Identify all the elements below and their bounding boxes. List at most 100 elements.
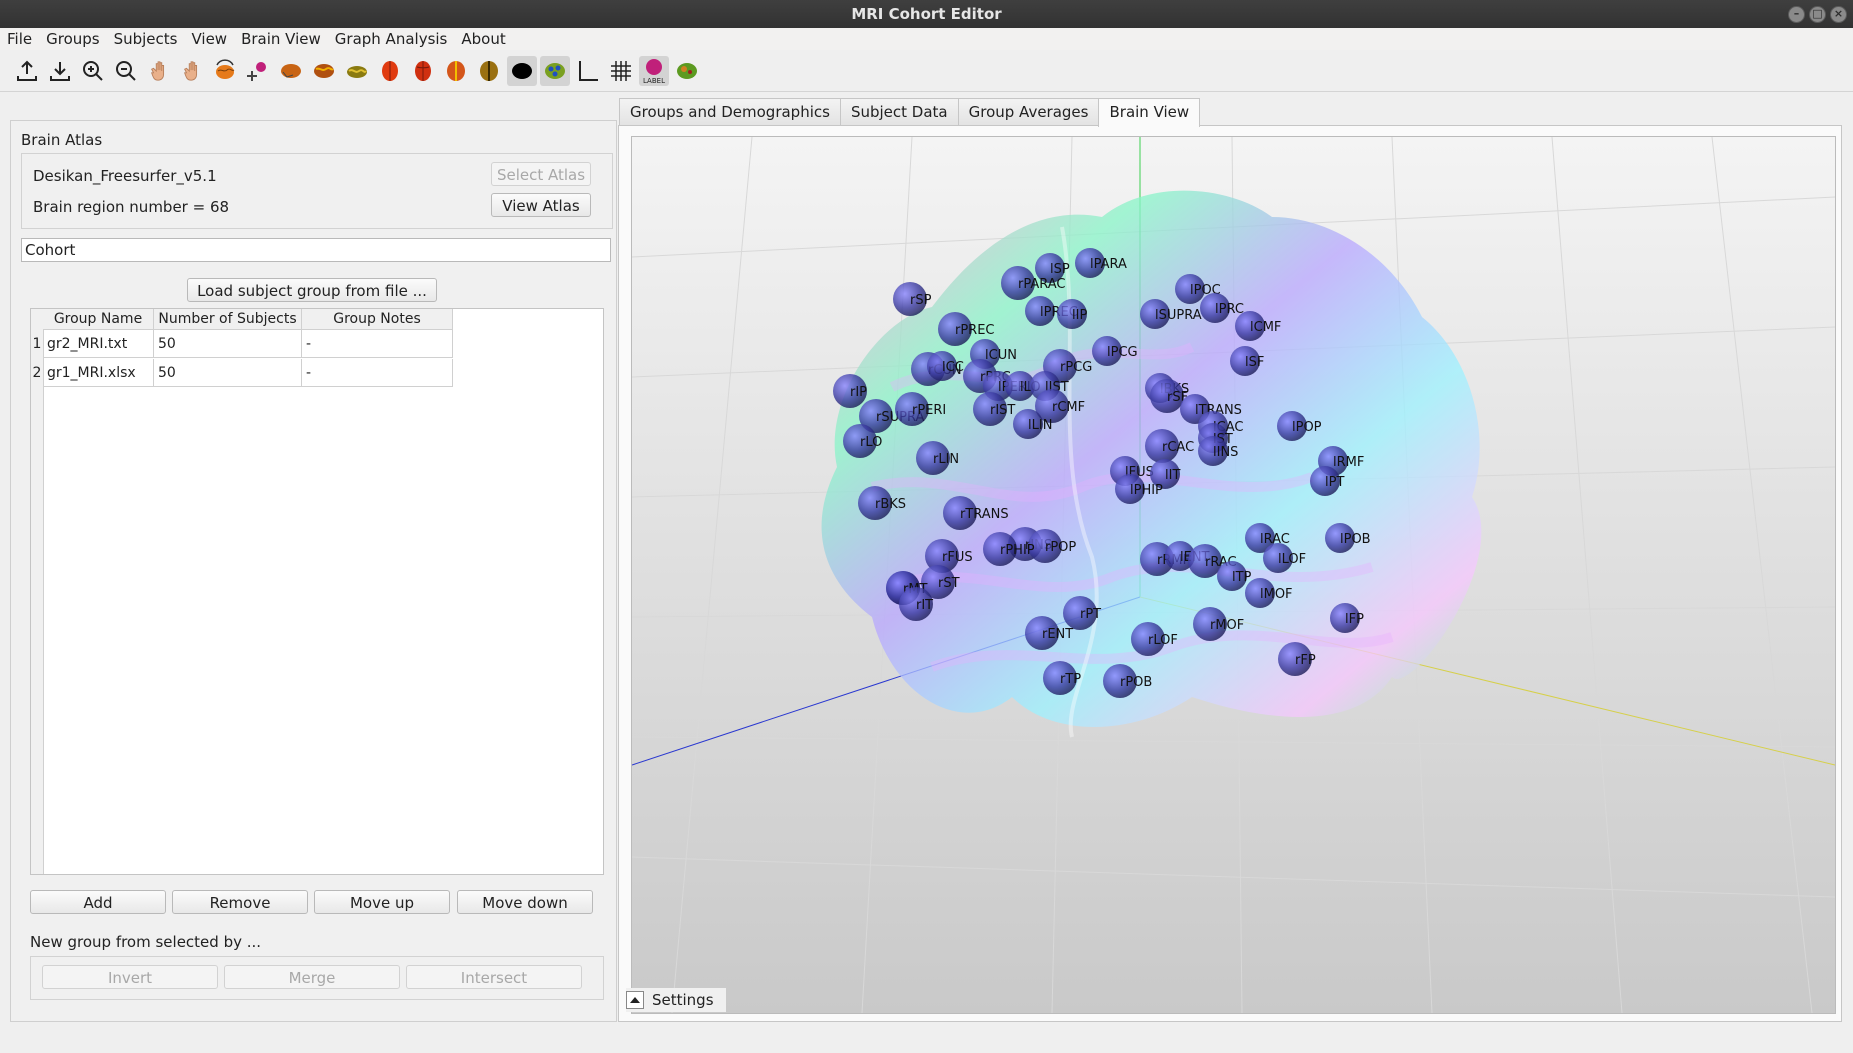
remove-button[interactable]: Remove bbox=[172, 890, 308, 914]
menu-file[interactable]: File bbox=[0, 30, 39, 48]
region-label-ltp: lTP bbox=[1232, 570, 1252, 585]
header-number-of-subjects[interactable]: Number of Subjects bbox=[154, 309, 302, 330]
maximize-icon[interactable]: □ bbox=[1809, 6, 1826, 23]
cell-group-notes[interactable]: - bbox=[302, 330, 453, 358]
menubar: File Groups Subjects View Brain View Gra… bbox=[0, 28, 1853, 50]
region-label-rbks: rBKS bbox=[875, 497, 906, 512]
new-group-label: New group from selected by ... bbox=[30, 933, 262, 951]
brain-3d-viewport[interactable]: lSPlPARArPARACrSPlPOClSUPRAlPRClPREClIPl… bbox=[631, 136, 1836, 1014]
zoom-in-icon[interactable] bbox=[78, 56, 108, 86]
region-label-rcac: rCAC bbox=[1162, 440, 1194, 455]
cell-number-of-subjects[interactable]: 50 bbox=[154, 330, 302, 358]
label-icon-text: LABEL bbox=[643, 77, 665, 85]
brain-medial-icon[interactable] bbox=[309, 56, 339, 86]
region-label-lprc: lPRC bbox=[1215, 302, 1244, 317]
region-label-rparac: rPARAC bbox=[1018, 277, 1066, 292]
move-up-button[interactable]: Move up bbox=[314, 890, 450, 914]
region-label-rtrans: rTRANS bbox=[960, 507, 1009, 522]
region-label-lcmf: lCMF bbox=[1250, 320, 1281, 335]
left-panel: Brain Atlas Desikan_Freesurfer_v5.1 Brai… bbox=[10, 120, 617, 1022]
region-number: Brain region number = 68 bbox=[33, 198, 230, 216]
region-label-rphip: rPHIP bbox=[1000, 543, 1035, 558]
pan-hand-icon[interactable] bbox=[177, 56, 207, 86]
brain-3d-canvas[interactable]: lSPlPARArPARACrSPlPOClSUPRAlPRClPREClIPl… bbox=[632, 137, 1835, 1013]
brain-back-icon[interactable] bbox=[408, 56, 438, 86]
grid-icon[interactable] bbox=[606, 56, 636, 86]
download-icon[interactable] bbox=[45, 56, 75, 86]
upload-icon[interactable] bbox=[12, 56, 42, 86]
tab-brain-view[interactable]: Brain View bbox=[1098, 98, 1201, 127]
tab-group-averages[interactable]: Group Averages bbox=[957, 98, 1100, 125]
region-label-lins: lINS bbox=[1213, 445, 1238, 460]
region-label-lit: lIT bbox=[1165, 468, 1180, 483]
region-label-rit: rIT bbox=[916, 598, 933, 613]
header-group-name[interactable]: Group Name bbox=[43, 309, 154, 330]
tab-subject-data[interactable]: Subject Data bbox=[839, 98, 959, 125]
brain-small-icon[interactable] bbox=[672, 56, 702, 86]
menu-graph-analysis[interactable]: Graph Analysis bbox=[328, 30, 455, 48]
region-label-lpara: lPARA bbox=[1090, 257, 1127, 272]
cell-number-of-subjects[interactable]: 50 bbox=[154, 359, 302, 387]
region-label-lpt: lPT bbox=[1325, 475, 1344, 490]
region-label-rpcg: rPCG bbox=[1060, 360, 1092, 375]
label-icon[interactable]: LABEL bbox=[639, 55, 669, 86]
cohort-field[interactable]: Cohort bbox=[21, 238, 611, 262]
region-label-rperi: rPERI bbox=[912, 403, 946, 418]
menu-groups[interactable]: Groups bbox=[39, 30, 106, 48]
brain-black-icon[interactable] bbox=[507, 55, 537, 86]
move-down-button[interactable]: Move down bbox=[457, 890, 593, 914]
add-button[interactable]: Add bbox=[30, 890, 166, 914]
region-label-lpcg: lPCG bbox=[1107, 345, 1138, 360]
brain-right-icon[interactable] bbox=[474, 56, 504, 86]
header-group-notes[interactable]: Group Notes bbox=[302, 309, 453, 330]
load-group-button[interactable]: Load subject group from file ... bbox=[187, 278, 437, 302]
minimize-icon[interactable]: – bbox=[1788, 6, 1805, 23]
zoom-out-icon[interactable] bbox=[111, 56, 141, 86]
region-label-lcc: lCC bbox=[942, 360, 964, 375]
axes-icon[interactable] bbox=[573, 56, 603, 86]
tab-groups-and-demographics[interactable]: Groups and Demographics bbox=[619, 98, 841, 125]
region-label-rlo: rLO bbox=[860, 435, 882, 450]
row-number: 1 bbox=[32, 336, 42, 352]
region-label-rfus: rFUS bbox=[942, 550, 973, 565]
brain-left-icon[interactable] bbox=[441, 56, 471, 86]
menu-brain-view[interactable]: Brain View bbox=[234, 30, 328, 48]
menu-subjects[interactable]: Subjects bbox=[107, 30, 185, 48]
cell-group-name[interactable]: gr1_MRI.xlsx bbox=[43, 359, 154, 387]
brain-view-panel: lSPlPARArPARACrSPlPOClSUPRAlPRClPREClIPl… bbox=[618, 125, 1842, 1022]
merge-button[interactable]: Merge bbox=[224, 965, 400, 989]
hand-icon[interactable] bbox=[144, 56, 174, 86]
chevron-up-icon[interactable] bbox=[626, 991, 644, 1009]
cell-group-notes[interactable]: - bbox=[302, 359, 453, 387]
region-label-lsupra: lSUPRA bbox=[1155, 308, 1202, 323]
select-atlas-button[interactable]: Select Atlas bbox=[491, 162, 591, 186]
split-view-icon[interactable] bbox=[243, 56, 273, 86]
brain-rotate-icon[interactable] bbox=[210, 56, 240, 86]
region-label-rst: rST bbox=[938, 576, 960, 591]
settings-toggle[interactable]: Settings bbox=[626, 988, 726, 1012]
cell-group-name[interactable]: gr2_MRI.txt bbox=[43, 330, 154, 358]
menu-view[interactable]: View bbox=[184, 30, 234, 48]
region-label-rist: rIST bbox=[990, 403, 1015, 418]
brain-front-icon[interactable] bbox=[375, 56, 405, 86]
region-label-llin: lLIN bbox=[1028, 418, 1052, 433]
view-atlas-button[interactable]: View Atlas bbox=[491, 193, 591, 217]
region-label-llof: lLOF bbox=[1278, 552, 1306, 567]
menu-about[interactable]: About bbox=[454, 30, 512, 48]
region-label-lcun: lCUN bbox=[985, 348, 1017, 363]
region-label-lmof: lMOF bbox=[1260, 587, 1293, 602]
close-icon[interactable]: × bbox=[1830, 6, 1847, 23]
toolbar: LABEL bbox=[0, 50, 1853, 92]
invert-button[interactable]: Invert bbox=[42, 965, 218, 989]
window-title: MRI Cohort Editor bbox=[851, 5, 1002, 23]
region-label-rtp: rTP bbox=[1060, 672, 1081, 687]
region-label-rlof: rLOF bbox=[1148, 633, 1178, 648]
brain-top-icon[interactable] bbox=[342, 56, 372, 86]
brain-color-icon[interactable] bbox=[540, 55, 570, 86]
region-label-rip: rIP bbox=[850, 385, 867, 400]
brain-lateral-icon[interactable] bbox=[276, 56, 306, 86]
group-table: Group Name Number of Subjects Group Note… bbox=[30, 308, 604, 875]
region-label-lphip: lPHIP bbox=[1130, 483, 1163, 498]
intersect-button[interactable]: Intersect bbox=[406, 965, 582, 989]
row-number: 2 bbox=[32, 365, 42, 381]
